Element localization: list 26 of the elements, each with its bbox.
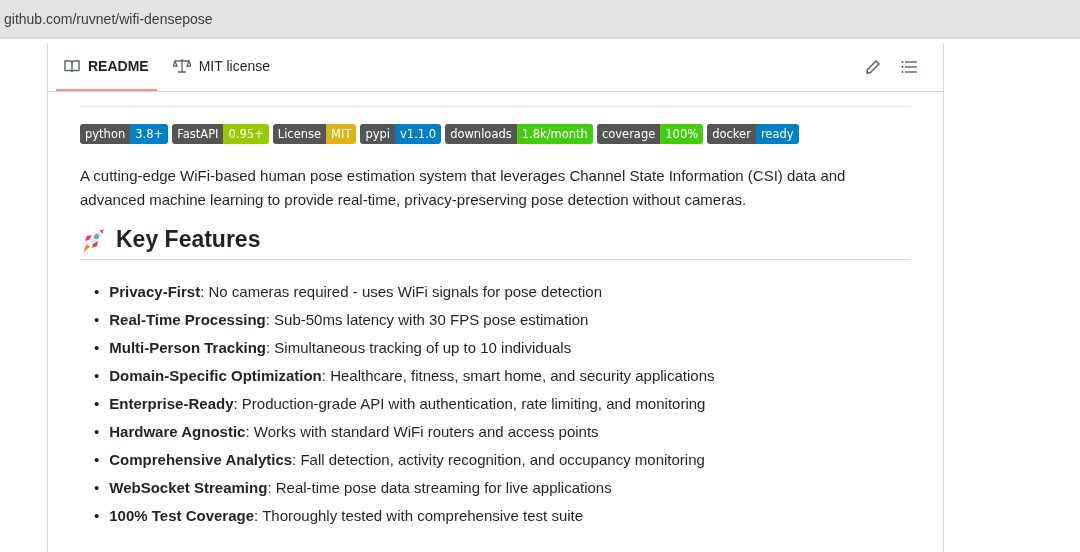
bullet-mark: •: [94, 282, 100, 302]
feature-item: Real-Time Processing: Sub-50ms latency with 30 FPS pose estimation: [109, 310, 589, 330]
bullet-mark: •: [94, 394, 100, 414]
address-bar[interactable]: github.com/ruvnet/wifi-densepose: [0, 0, 1080, 39]
bullet-mark: •: [94, 478, 100, 498]
feature-item: 100% Test Coverage: Thoroughly tested with comprehensive test suite: [109, 506, 584, 526]
section-heading: Key Features: [116, 226, 261, 253]
bullet-mark: •: [94, 310, 100, 330]
bullet-mark: •: [94, 506, 100, 526]
feature-item: Multi-Person Tracking: Simultaneous tracking of up to 10 individuals: [109, 338, 572, 358]
feature-item: Hardware Agnostic: Works with standard WiFi routers and access points: [109, 422, 599, 442]
bullet-mark: •: [94, 366, 100, 386]
feature-item: Domain-Specific Optimization: Healthcare, fitness, smart home, and security applications: [109, 366, 715, 386]
bullet-mark: •: [94, 422, 100, 442]
feature-item: WebSocket Streaming: Real-time pose data streaming for live applications: [109, 478, 612, 498]
description-text: A cutting-edge WiFi-based human pose estimation system that leverages Channel State Information (CSI) data and advanced machine learning to provide real-time, privacy-preserving pose detection without cameras.: [80, 166, 847, 210]
url-text: github.com/ruvnet/wifi-densepose: [4, 10, 213, 27]
book-icon: [64, 58, 80, 74]
feature-item: Enterprise-Ready: Production-grade API with authentication, rate limiting, and monitoring: [109, 394, 706, 414]
scale-icon: [172, 58, 191, 74]
feature-item: Comprehensive Analytics: Fall detection, activity recognition, and occupancy monitoring: [109, 450, 705, 470]
tab[interactable]: MIT license: [164, 43, 278, 91]
tab[interactable]: README: [56, 43, 157, 91]
feature-item: Privacy-First: No cameras required - uses WiFi signals for pose detection: [109, 282, 602, 302]
bullet-mark: •: [94, 338, 100, 358]
bullet-mark: •: [94, 450, 100, 470]
